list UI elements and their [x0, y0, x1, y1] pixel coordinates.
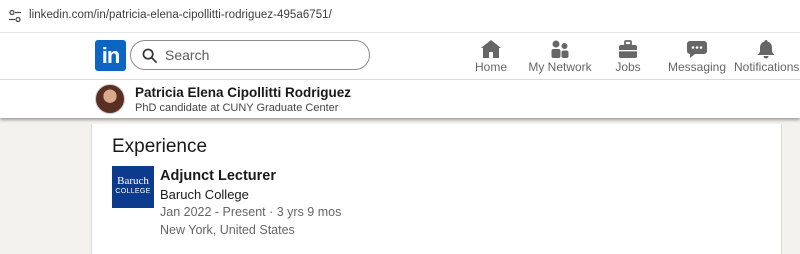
nav-home[interactable]: Home: [468, 33, 514, 79]
network-icon: [551, 40, 569, 58]
experience-location: New York, United States: [160, 223, 295, 237]
nav-home-label: Home: [474, 60, 507, 74]
nav-notifications-label: Notifications: [734, 60, 800, 74]
profile-sticky-header: Patricia Elena Cipollitti Rodriguez PhD …: [0, 80, 800, 118]
nav-notifications[interactable]: Notifications: [734, 33, 800, 79]
bell-icon: [757, 40, 775, 59]
experience-dates: Jan 2022 - Present · 3 yrs 9 mos: [160, 205, 342, 219]
section-title: Experience: [112, 136, 208, 157]
messaging-icon: [687, 41, 707, 58]
profile-name: Patricia Elena Cipollitti Rodriguez: [135, 85, 352, 100]
nav-my-network-label: My Network: [528, 60, 592, 74]
url-text[interactable]: linkedin.com/in/patricia-elena-cipollitt…: [29, 9, 332, 21]
nav-jobs-label: Jobs: [615, 60, 641, 74]
avatar[interactable]: [95, 84, 125, 114]
top-nav: in Home My Network Jobs: [0, 33, 800, 80]
nav-messaging-label: Messaging: [667, 60, 727, 74]
home-icon: [481, 40, 501, 58]
nav-messaging[interactable]: Messaging: [666, 33, 728, 79]
browser-address-bar[interactable]: linkedin.com/in/patricia-elena-cipollitt…: [0, 0, 800, 33]
linkedin-logo[interactable]: in: [95, 40, 126, 71]
experience-role[interactable]: Adjunct Lecturer: [160, 168, 276, 184]
company-logo[interactable]: Baruch COLLEGE: [112, 166, 154, 208]
search-input[interactable]: [165, 46, 355, 64]
experience-company: Baruch College: [160, 187, 249, 202]
nav-jobs[interactable]: Jobs: [606, 33, 650, 79]
site-info-icon[interactable]: [9, 9, 21, 23]
briefcase-icon: [619, 40, 637, 58]
company-logo-line2: COLLEGE: [115, 188, 151, 195]
search-icon: [142, 48, 157, 63]
search-box[interactable]: [130, 40, 370, 70]
profile-headline: PhD candidate at CUNY Graduate Center: [135, 102, 339, 114]
experience-section: Experience Baruch COLLEGE Adjunct Lectur…: [91, 124, 782, 254]
nav-my-network[interactable]: My Network: [526, 33, 594, 79]
company-logo-line1: Baruch: [117, 175, 149, 187]
